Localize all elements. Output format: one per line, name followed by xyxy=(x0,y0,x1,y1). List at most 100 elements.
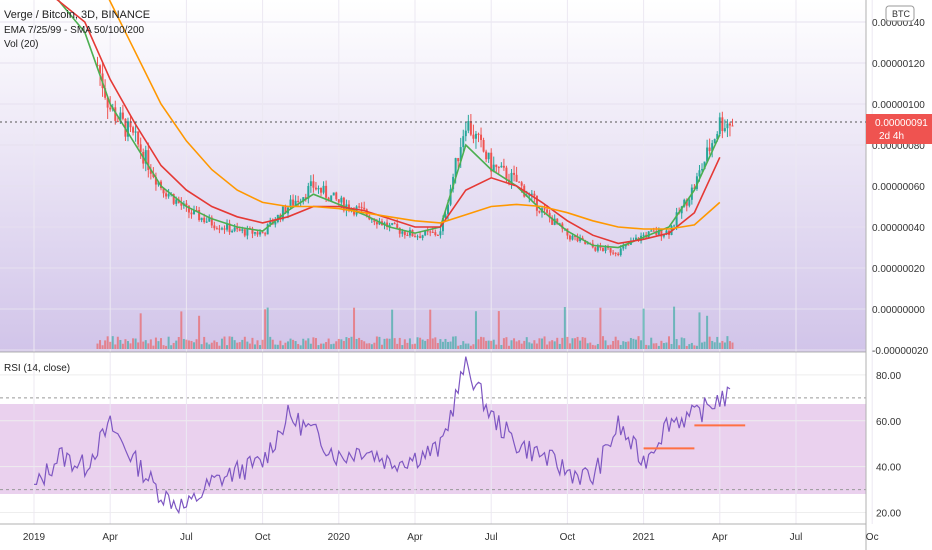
candle-body xyxy=(520,182,523,186)
volume-bar xyxy=(253,344,256,349)
volume-bar xyxy=(553,341,556,349)
volume-bar xyxy=(307,338,310,349)
volume-bar xyxy=(449,341,452,349)
volume-bar xyxy=(563,307,566,349)
volume-bar xyxy=(464,343,467,349)
volume-bar xyxy=(119,339,122,349)
volume-bar xyxy=(137,342,140,349)
volume-bar xyxy=(365,343,368,349)
volume-bar xyxy=(228,336,231,349)
volume-bar xyxy=(116,336,119,349)
time-tick-label: Jul xyxy=(790,532,803,543)
rsi-axis[interactable]: 80.00 60.00 40.00 20.00 xyxy=(876,371,901,520)
candle-body xyxy=(622,246,625,249)
volume-bar xyxy=(586,343,589,349)
volume-bar xyxy=(160,338,162,349)
volume-bar xyxy=(256,340,259,349)
volume-bar xyxy=(726,336,729,349)
volume-bar xyxy=(629,337,632,349)
candle-body xyxy=(314,187,317,190)
volume-bar xyxy=(342,340,345,349)
rsi-legend[interactable]: RSI (14, close) xyxy=(4,363,70,374)
volume-bar xyxy=(533,340,536,349)
candle-body xyxy=(309,181,312,187)
volume-bar xyxy=(347,338,350,349)
rsi-tick-label: 40.00 xyxy=(876,463,901,474)
volume-bar xyxy=(396,343,399,349)
volume-bar xyxy=(264,309,267,349)
candle-body xyxy=(482,140,485,152)
volume-bar xyxy=(276,344,279,349)
volume-bar xyxy=(652,343,655,349)
volume-bar xyxy=(233,340,236,349)
volume-bar xyxy=(589,342,592,349)
volume-bar xyxy=(490,340,493,349)
volume-bar xyxy=(320,343,323,349)
volume-bar xyxy=(728,341,731,349)
trading-chart[interactable]: 0.000001400.000001200.000001000.00000080… xyxy=(0,0,932,550)
time-tick-label: Oct xyxy=(255,532,271,543)
candle-body xyxy=(261,232,264,234)
volume-bar xyxy=(632,338,635,349)
symbol-title[interactable]: Verge / Bitcoin, 3D, BINANCE xyxy=(4,9,150,21)
volume-bar xyxy=(132,338,135,349)
volume-bar xyxy=(543,336,546,349)
ma-legend[interactable]: EMA 7/25/99 - SMA 50/100/200 xyxy=(4,25,145,36)
time-tick-label: Jul xyxy=(485,532,498,543)
time-tick-label: Apr xyxy=(102,532,118,543)
currency-badge-label: BTC xyxy=(892,9,911,19)
volume-bar xyxy=(576,336,579,349)
volume-bar xyxy=(558,343,561,349)
volume-bar xyxy=(325,342,328,349)
volume-bar xyxy=(274,344,277,349)
candle-body xyxy=(436,234,439,236)
volume-bar xyxy=(462,341,465,349)
volume-bar xyxy=(259,345,262,349)
candle-body xyxy=(109,107,112,110)
time-axis[interactable]: 2019 Apr Jul Oct 2020 Apr Jul Oct 2021 Apr Jul Oc xyxy=(23,532,879,543)
volume-bar xyxy=(688,344,691,349)
candle-body xyxy=(231,230,234,233)
volume-bar xyxy=(213,340,216,349)
volume-bar xyxy=(314,338,317,349)
volume-bar xyxy=(152,345,155,349)
volume-bar xyxy=(406,342,409,349)
volume-bar xyxy=(444,338,447,349)
volume-bar xyxy=(388,338,391,349)
volume-bar xyxy=(645,344,648,349)
volume-bar xyxy=(731,342,734,349)
volume-bar xyxy=(297,343,300,349)
price-axis[interactable]: 0.000001400.000001200.000001000.00000080… xyxy=(872,18,929,357)
volume-bar xyxy=(177,337,180,349)
volume-bar xyxy=(579,340,582,349)
volume-bar xyxy=(414,343,416,349)
volume-bar xyxy=(220,338,223,349)
candle-body xyxy=(477,133,480,135)
volume-bar xyxy=(591,344,594,349)
volume-bar xyxy=(175,340,178,349)
volume-bar xyxy=(497,311,500,349)
volume-bar xyxy=(327,338,330,349)
candle-body xyxy=(518,181,521,183)
candle-body xyxy=(223,228,226,230)
time-tick-label: Jul xyxy=(180,532,193,543)
candle-body xyxy=(134,131,137,133)
volume-bar xyxy=(566,336,569,349)
volume-bar xyxy=(487,340,490,349)
candle-body xyxy=(137,131,140,145)
volume-bar xyxy=(289,338,292,349)
candle-body xyxy=(292,199,295,206)
candle-body xyxy=(132,127,135,133)
volume-bar xyxy=(612,341,615,349)
price-tick-label: -0.00000020 xyxy=(872,346,929,357)
volume-legend[interactable]: Vol (20) xyxy=(4,39,38,50)
volume-bar xyxy=(383,338,386,349)
candle-body xyxy=(358,206,361,208)
candle-body xyxy=(434,232,437,235)
volume-bar xyxy=(515,341,518,349)
candle-body xyxy=(431,231,434,233)
volume-bar xyxy=(154,337,157,349)
candle-body xyxy=(464,130,467,137)
volume-bar xyxy=(474,311,477,349)
candle-body xyxy=(474,133,477,139)
